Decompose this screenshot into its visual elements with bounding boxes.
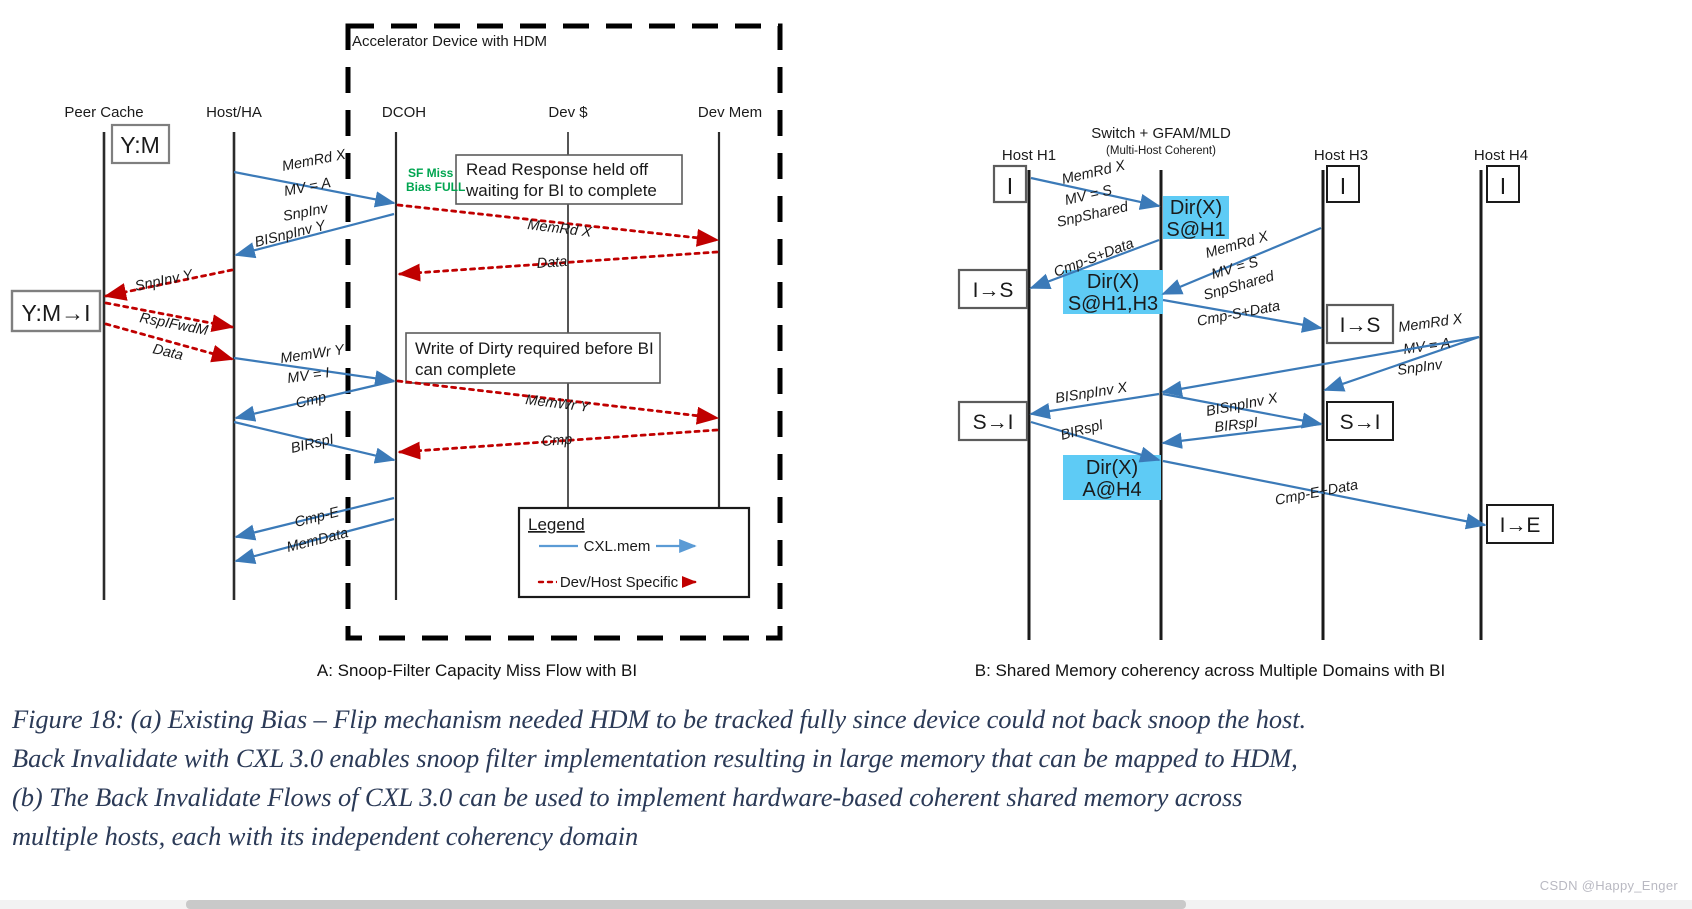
msg-a-memrd-x-devmem: MemRd X bbox=[527, 217, 594, 241]
state-box-h1-i: I bbox=[992, 164, 1028, 204]
legend-label-cxl-mem: CXL.mem bbox=[584, 538, 651, 555]
state-box-peer-ym: Y:M bbox=[110, 123, 171, 165]
state-box-h4-i-to-e: I→E bbox=[1486, 504, 1554, 544]
msg-b-bisnpinv-x-h1: BISnpInv X bbox=[1054, 380, 1129, 407]
msg-b-cmp-e-data-h4: Cmp-E+Data bbox=[1274, 477, 1360, 509]
msg-a-cmp-devmem: Cmp bbox=[541, 432, 573, 450]
dir-box-s-at-h1: Dir(X) S@H1 bbox=[1163, 196, 1229, 241]
msg-b-bisnpinv-x-h3: BISnpInv X bbox=[1205, 390, 1281, 420]
figure-caption-line-2: Back Invalidate with CXL 3.0 enables sno… bbox=[12, 742, 1298, 773]
panel-b-caption: B: Shared Memory coherency across Multip… bbox=[975, 661, 1446, 680]
state-box-peer-ym-to-i-label: Y:M→I bbox=[21, 300, 90, 326]
lifeline-label-host-h1: Host H1 bbox=[1002, 147, 1056, 164]
state-box-h1-s-to-i: S→I bbox=[957, 400, 1029, 442]
figure-caption-line-3: (b) The Back Invalidate Flows of CXL 3.0… bbox=[12, 781, 1243, 812]
state-box-h1-i-to-s-label: I→S bbox=[973, 279, 1014, 302]
switch-title: Switch + GFAM/MLD bbox=[1091, 125, 1231, 142]
note-write-dirty-line1: Write of Dirty required before BI bbox=[415, 339, 654, 358]
dir-box-a-at-h4: Dir(X) A@H4 bbox=[1063, 455, 1161, 501]
annotation-bias-full: Bias FULL bbox=[406, 180, 465, 194]
state-box-peer-ym-label: Y:M bbox=[120, 132, 160, 158]
msg-b-birspi-h1: BIRspI bbox=[1059, 417, 1105, 444]
horizontal-scrollbar[interactable] bbox=[0, 900, 1692, 909]
note-write-dirty-line2: can complete bbox=[415, 360, 516, 379]
msg-b-memrd-x-h1: MemRd X bbox=[1060, 158, 1128, 188]
switch-subtitle: (Multi-Host Coherent) bbox=[1106, 145, 1216, 157]
state-box-h3-s-to-i-label: S→I bbox=[1340, 411, 1381, 434]
dir-box-a-at-h4-line1: Dir(X) bbox=[1086, 457, 1138, 479]
lifeline-label-dev-mem: Dev Mem bbox=[698, 104, 762, 121]
msg-a-snpinv-y: SnpInv Y bbox=[134, 267, 196, 295]
msg-a-data-devmem: Data bbox=[536, 254, 568, 272]
msg-b-snpinv-h4: SnpInv bbox=[1396, 357, 1444, 379]
msg-a-memwr-y: MemWr Y bbox=[279, 342, 346, 367]
note-read-response-line2: waiting for BI to complete bbox=[465, 181, 657, 200]
legend-box: Legend CXL.mem Dev/Host Specific bbox=[517, 506, 751, 599]
state-box-h4-i-to-e-label: I→E bbox=[1500, 514, 1541, 537]
state-box-h1-i-label: I bbox=[1007, 173, 1013, 199]
note-read-response-line1: Read Response held off bbox=[466, 160, 648, 179]
msg-a-cmp-e: Cmp-E bbox=[293, 504, 341, 531]
msg-a-memdata: MemData bbox=[285, 525, 350, 556]
state-box-h1-i-to-s: I→S bbox=[957, 268, 1029, 310]
note-write-dirty: Write of Dirty required before BI can co… bbox=[405, 332, 661, 384]
msg-a-birspi: BIRspI bbox=[289, 432, 335, 457]
state-box-h1-s-to-i-label: S→I bbox=[973, 411, 1014, 434]
msg-a-mv-i: MV = I bbox=[286, 365, 330, 387]
dir-box-s-at-h1-line2: S@H1 bbox=[1166, 219, 1225, 241]
lifeline-label-host-h4: Host H4 bbox=[1474, 147, 1528, 164]
state-box-h3-s-to-i: S→I bbox=[1326, 401, 1394, 441]
state-box-peer-ym-to-i: Y:M→I bbox=[10, 289, 102, 333]
note-read-response: Read Response held off waiting for BI to… bbox=[455, 154, 683, 205]
state-box-h4-i-label: I bbox=[1500, 173, 1506, 199]
lifeline-label-host-h3: Host H3 bbox=[1314, 147, 1368, 164]
dir-box-a-at-h4-line2: A@H4 bbox=[1082, 479, 1141, 501]
msg-a-memrd-x: MemRd X bbox=[281, 147, 349, 175]
dir-box-s-at-h1-h3-line2: S@H1,H3 bbox=[1068, 293, 1158, 315]
panel-b: Switch + GFAM/MLD (Multi-Host Coherent) … bbox=[957, 125, 1554, 680]
msg-a-cmp-host: Cmp bbox=[294, 389, 327, 411]
watermark: CSDN @Happy_Enger bbox=[1539, 878, 1678, 893]
dir-box-s-at-h1-h3: Dir(X) S@H1,H3 bbox=[1063, 270, 1163, 315]
scrollbar-thumb[interactable] bbox=[186, 900, 1186, 909]
state-box-h4-i: I bbox=[1486, 165, 1520, 203]
legend-label-dev-host-specific: Dev/Host Specific bbox=[560, 574, 679, 591]
annotation-sf-miss: SF Miss bbox=[408, 166, 454, 180]
lifeline-label-dcoh: DCOH bbox=[382, 104, 426, 121]
dir-box-s-at-h1-line1: Dir(X) bbox=[1170, 197, 1222, 219]
legend-title: Legend bbox=[528, 515, 585, 534]
figure-caption-line-4: multiple hosts, each with its independen… bbox=[12, 820, 639, 851]
figure-caption: Figure 18: (a) Existing Bias – Flip mech… bbox=[12, 700, 1680, 856]
dir-box-s-at-h1-h3-line1: Dir(X) bbox=[1087, 271, 1139, 293]
figure-root: Accelerator Device with HDM Peer Cache H… bbox=[0, 0, 1692, 909]
msg-a-mv-a: MV = A bbox=[283, 175, 333, 200]
state-box-h3-i: I bbox=[1326, 165, 1360, 203]
lifeline-label-host-ha: Host/HA bbox=[206, 104, 262, 121]
state-box-h3-i-to-s: I→S bbox=[1325, 303, 1395, 345]
panel-a: Accelerator Device with HDM Peer Cache H… bbox=[10, 23, 783, 680]
msg-a-memwr-y-devmem: MemWr Y bbox=[525, 392, 592, 416]
state-box-h3-i-label: I bbox=[1340, 173, 1346, 199]
accelerator-device-label: Accelerator Device with HDM bbox=[352, 33, 547, 50]
msg-b-memrd-x-h4: MemRd X bbox=[1397, 311, 1464, 336]
figure-caption-line-1: Figure 18: (a) Existing Bias – Flip mech… bbox=[12, 704, 1307, 734]
state-box-h3-i-to-s-label: I→S bbox=[1340, 314, 1381, 337]
lifeline-label-peer-cache: Peer Cache bbox=[64, 104, 143, 121]
panel-a-caption: A: Snoop-Filter Capacity Miss Flow with … bbox=[317, 661, 637, 680]
lifeline-label-dev-cache: Dev $ bbox=[548, 104, 588, 121]
